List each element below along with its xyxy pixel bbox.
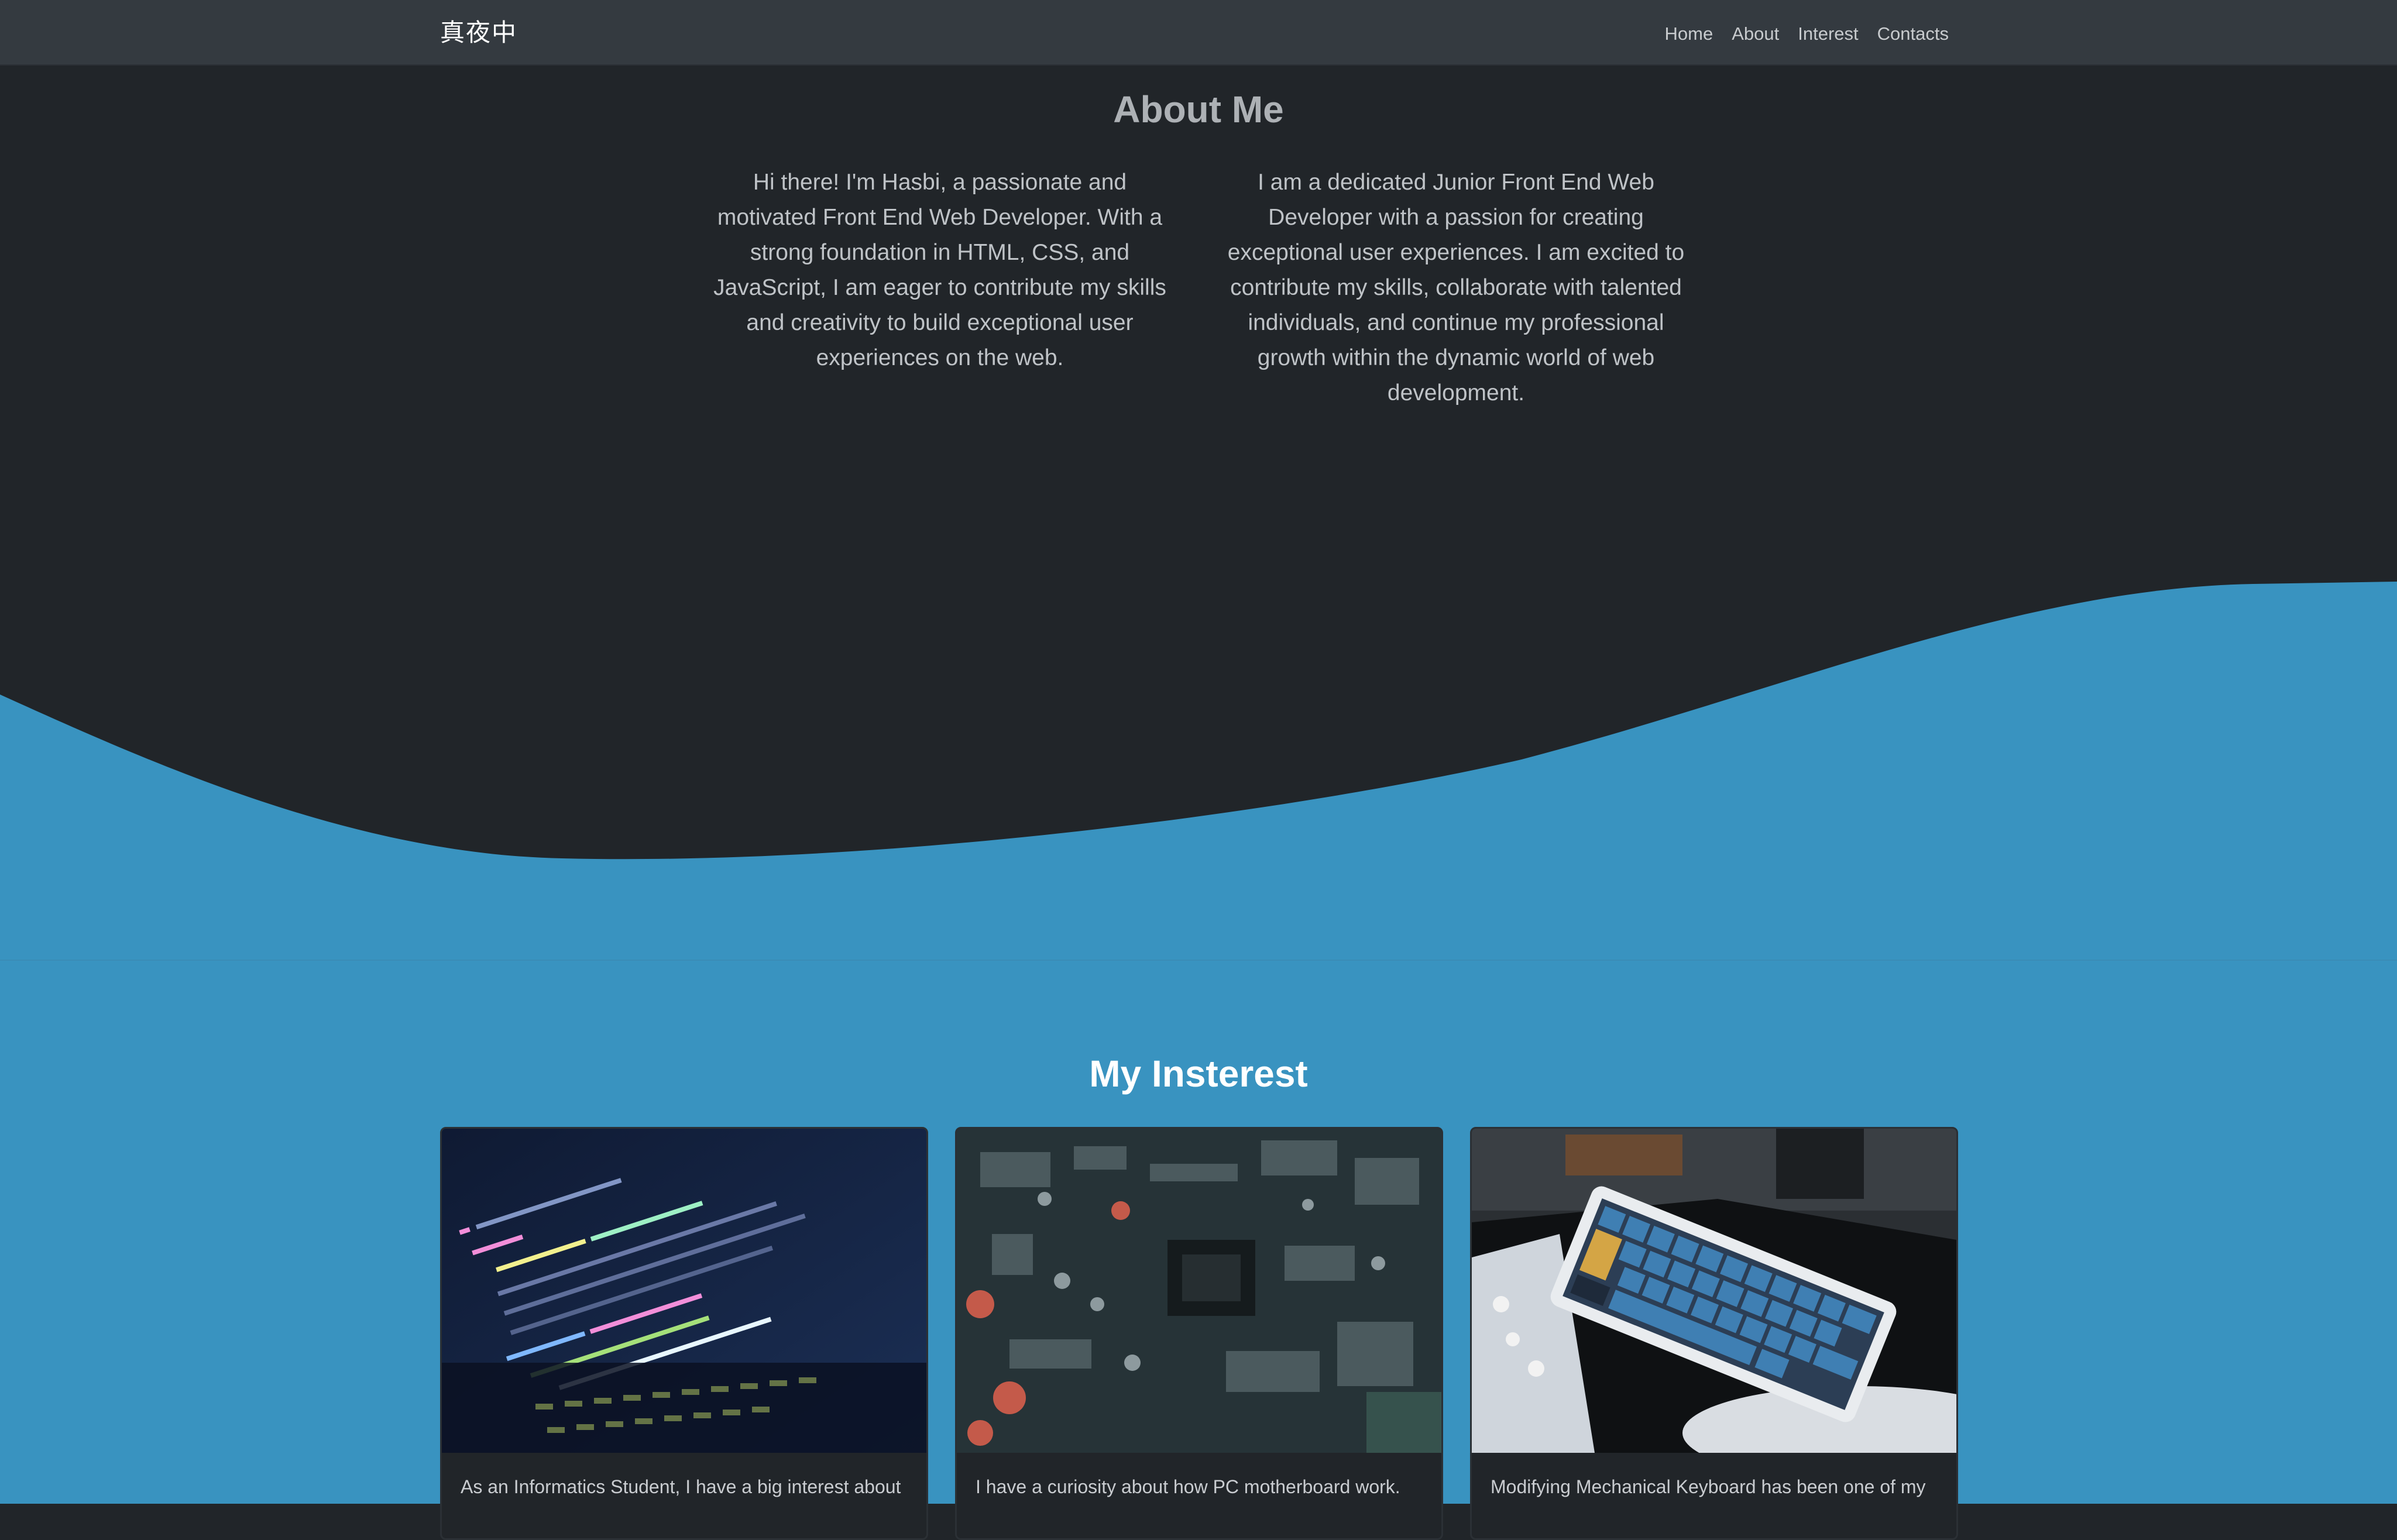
code-on-laptop-photo: [442, 1129, 926, 1453]
about-paragraph-intro: Hi there! I'm Hasbi, a passionate and mo…: [713, 170, 1166, 370]
navbar: 真夜中 Home About Interest Contacts: [0, 0, 2397, 66]
about-title: About Me: [1113, 88, 1284, 130]
about-paragraph-goals: I am a dedicated Junior Front End Web De…: [1227, 170, 1685, 405]
interest-title: My Insterest: [1089, 1053, 1308, 1095]
mechanical-keyboard-photo: [1472, 1129, 1956, 1453]
wave-divider: [0, 582, 2397, 962]
interest-card-coding[interactable]: As an Informatics Student, I have a big …: [440, 1127, 928, 1540]
interest-card-text: As an Informatics Student, I have a big …: [461, 1476, 901, 1497]
nav-link-interest[interactable]: Interest: [1798, 23, 1858, 44]
motherboard-photo: [957, 1129, 1441, 1453]
interest-card-keyboard[interactable]: Modifying Mechanical Keyboard has been o…: [1470, 1127, 1958, 1540]
navbar-brand[interactable]: 真夜中: [440, 15, 517, 50]
interest-card-text: I have a curiosity about how PC motherbo…: [976, 1476, 1400, 1497]
nav-links: Home About Interest Contacts: [1665, 16, 1949, 51]
interest-card-motherboard[interactable]: I have a curiosity about how PC motherbo…: [955, 1127, 1443, 1540]
nav-link-contacts[interactable]: Contacts: [1877, 23, 1949, 44]
nav-link-about[interactable]: About: [1732, 23, 1779, 44]
nav-link-home[interactable]: Home: [1665, 23, 1713, 44]
wave-shape: [0, 582, 2397, 962]
interest-card-text: Modifying Mechanical Keyboard has been o…: [1491, 1476, 1926, 1497]
